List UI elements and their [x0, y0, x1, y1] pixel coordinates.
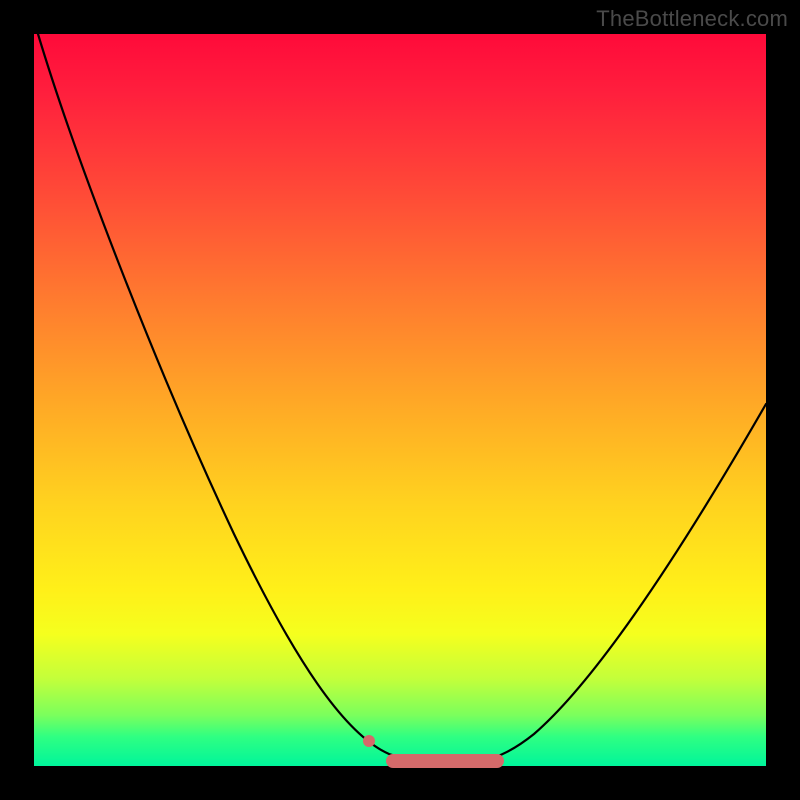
chart-plot-area [34, 34, 766, 766]
bottleneck-curve-path [38, 34, 766, 763]
chart-frame: TheBottleneck.com [0, 0, 800, 800]
highlight-trough-bar [386, 754, 504, 768]
watermark-text: TheBottleneck.com [596, 6, 788, 32]
bottleneck-curve-svg [34, 34, 766, 766]
highlight-dot-left [363, 735, 375, 747]
